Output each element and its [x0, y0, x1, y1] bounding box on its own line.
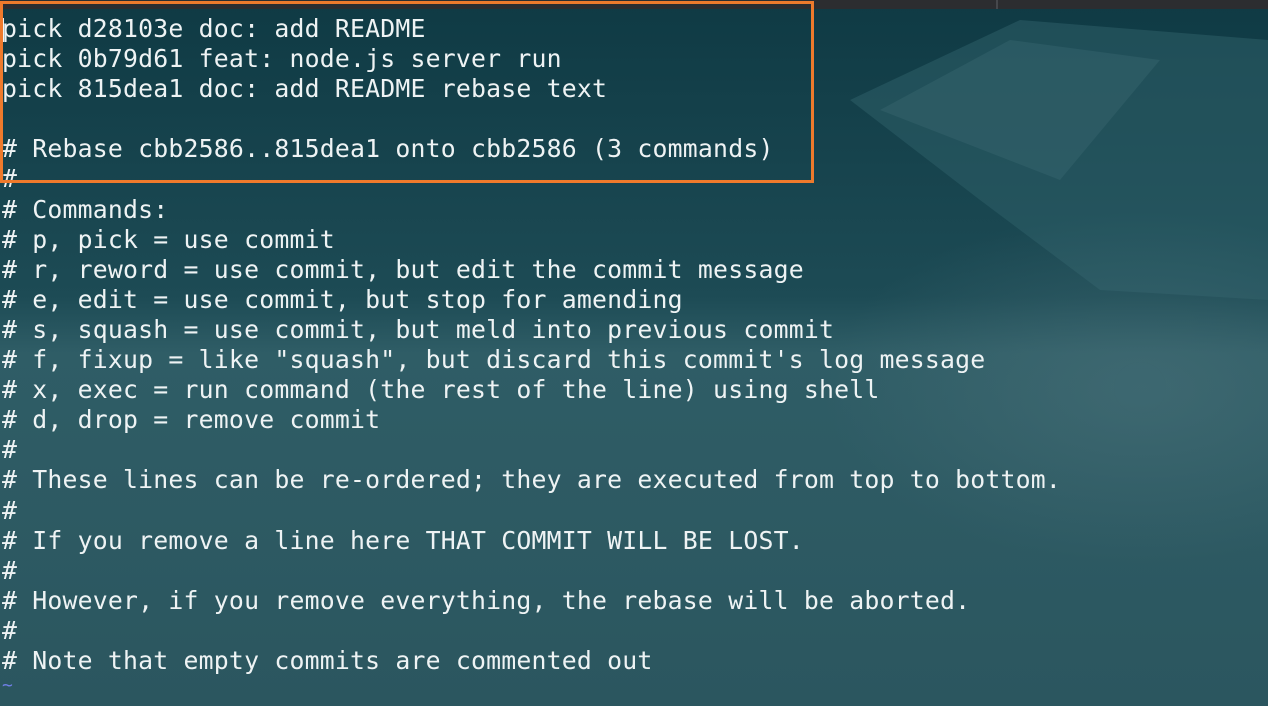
window-top-strip — [0, 0, 1268, 9]
editor-line[interactable]: # — [2, 435, 1264, 465]
editor-line[interactable]: # x, exec = run command (the rest of the… — [2, 375, 1264, 405]
empty-buffer-tilde: ~ — [2, 675, 14, 697]
editor-line[interactable]: # However, if you remove everything, the… — [2, 586, 1264, 616]
editor-line[interactable]: # d, drop = remove commit — [2, 405, 1264, 435]
editor-line[interactable]: pick 815dea1 doc: add README rebase text — [2, 74, 1264, 104]
top-strip-divider — [996, 0, 998, 9]
editor-line[interactable]: # These lines can be re-ordered; they ar… — [2, 465, 1264, 495]
editor-line[interactable] — [2, 104, 1264, 134]
editor-line[interactable]: # Rebase cbb2586..815dea1 onto cbb2586 (… — [2, 134, 1264, 164]
editor-line[interactable]: # s, squash = use commit, but meld into … — [2, 315, 1264, 345]
editor-line[interactable]: # — [2, 164, 1264, 194]
editor-line[interactable]: pick 0b79d61 feat: node.js server run — [2, 44, 1264, 74]
editor-line[interactable]: # r, reword = use commit, but edit the c… — [2, 255, 1264, 285]
editor-line[interactable]: # e, edit = use commit, but stop for ame… — [2, 285, 1264, 315]
editor-line[interactable]: # — [2, 496, 1264, 526]
editor-line[interactable]: # p, pick = use commit — [2, 225, 1264, 255]
editor-line[interactable]: # f, fixup = like "squash", but discard … — [2, 345, 1264, 375]
editor-line[interactable]: pick d28103e doc: add README — [2, 14, 1264, 44]
vim-rebase-todo-editor[interactable]: pick d28103e doc: add README pick 0b79d6… — [2, 14, 1264, 696]
editor-line[interactable]: # — [2, 556, 1264, 586]
editor-line[interactable]: # Note that empty commits are commented … — [2, 646, 1264, 676]
editor-line[interactable]: # — [2, 616, 1264, 646]
editor-line[interactable]: # Commands: — [2, 195, 1264, 225]
editor-line[interactable]: # If you remove a line here THAT COMMIT … — [2, 526, 1264, 556]
